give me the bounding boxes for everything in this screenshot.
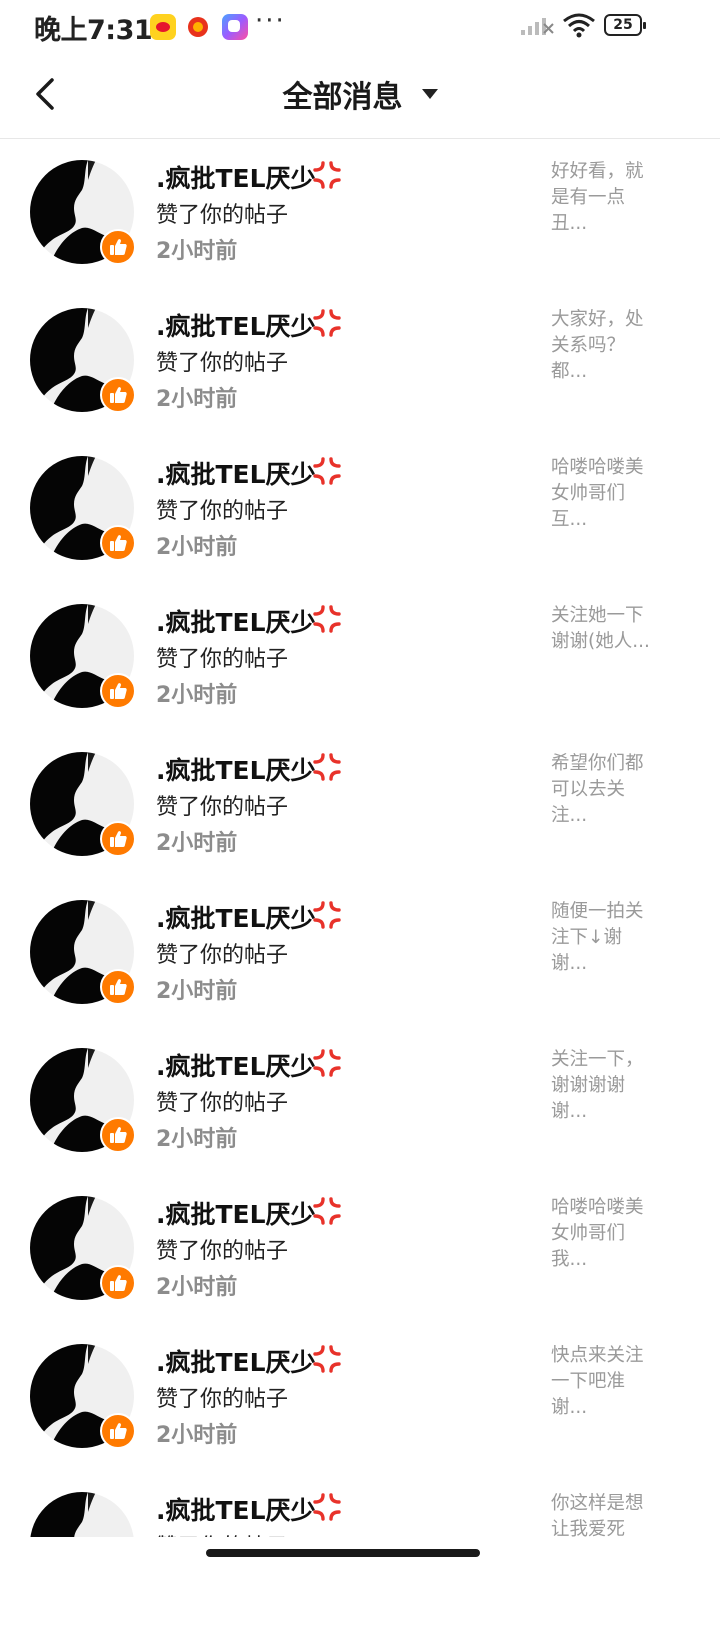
angry-emoji-icon	[313, 161, 341, 189]
notification-action: 赞了你的帖子	[156, 1239, 289, 1264]
chat-app-icon	[222, 14, 248, 40]
notification-item[interactable]: .疯批TEL厌少 赞了你的帖子 2小时前 哈喽哈喽美女帅哥们我...	[0, 1175, 720, 1323]
post-snippet[interactable]: 快点来关注一下吧准谢...	[551, 1343, 655, 1421]
notification-time: 2小时前	[156, 239, 238, 264]
notification-action: 赞了你的帖子	[156, 943, 289, 968]
post-snippet[interactable]: 哈喽哈喽美女帅哥们互...	[551, 455, 655, 533]
notification-item[interactable]: .疯批TEL厌少 赞了你的帖子 2小时前 关注一下，谢谢谢谢谢...	[0, 1027, 720, 1175]
notification-action: 赞了你的帖子	[156, 1529, 288, 1537]
angry-emoji-icon	[313, 457, 341, 485]
thumbs-up-icon	[100, 377, 136, 413]
angry-emoji-icon	[313, 1493, 341, 1521]
notification-action: 赞了你的帖子	[156, 1091, 289, 1116]
thumbs-up-icon	[100, 821, 136, 857]
wifi-icon	[563, 13, 595, 38]
angry-emoji-icon	[313, 1345, 341, 1373]
thumbs-up-icon	[100, 969, 136, 1005]
notification-action: 赞了你的帖子	[156, 203, 289, 228]
notification-time: 2小时前	[156, 979, 238, 1004]
post-snippet[interactable]: 希望你们都可以去关注...	[551, 751, 655, 829]
angry-emoji-icon	[313, 753, 341, 781]
sender-name[interactable]: .疯批TEL厌少	[156, 1343, 316, 1379]
notification-item[interactable]: .疯批TEL厌少 赞了你的帖子 2小时前 快点来关注一下吧准谢...	[0, 1323, 720, 1471]
post-snippet[interactable]: 随便一拍关注下↓谢谢...	[551, 899, 655, 977]
notification-time: 2小时前	[156, 535, 238, 560]
notification-action: 赞了你的帖子	[156, 499, 289, 524]
post-snippet[interactable]: 好好看，就是有一点丑...	[551, 159, 655, 237]
notification-time: 2小时前	[156, 831, 238, 856]
angry-emoji-icon	[313, 309, 341, 337]
thumbs-up-icon	[100, 229, 136, 265]
thumbs-up-icon	[100, 1117, 136, 1153]
home-indicator[interactable]	[206, 1549, 480, 1557]
angry-emoji-icon	[313, 1197, 341, 1225]
sender-name[interactable]: .疯批TEL厌少	[156, 1195, 316, 1231]
status-bar: 晚上7:31 ··· 25	[0, 0, 720, 54]
notification-time: 2小时前	[156, 683, 238, 708]
notification-item[interactable]: .疯批TEL厌少 赞了你的帖子 2小时前 希望你们都可以去关注...	[0, 731, 720, 879]
sender-name[interactable]: .疯批TEL厌少	[156, 1047, 316, 1083]
thumbs-up-icon	[100, 1265, 136, 1301]
notification-time: 2小时前	[156, 1423, 238, 1448]
thumbs-up-icon	[100, 673, 136, 709]
notification-item[interactable]: .疯批TEL厌少 赞了你的帖子 2小时前 哈喽哈喽美女帅哥们互...	[0, 435, 720, 583]
sender-name[interactable]: .疯批TEL厌少	[156, 455, 316, 491]
status-time: 晚上7:31	[34, 15, 153, 46]
notification-item[interactable]: .疯批TEL厌少 赞了你的帖子 2小时前 大家好，处关系吗？都...	[0, 287, 720, 435]
notification-item[interactable]: .疯批TEL厌少 赞了你的帖子 2小时前 关注她一下谢谢(她人...	[0, 583, 720, 731]
weibo-app-icon	[150, 14, 176, 40]
cellular-signal-icon	[521, 18, 554, 35]
notification-action: 赞了你的帖子	[156, 1387, 289, 1412]
notification-action: 赞了你的帖子	[156, 351, 289, 376]
post-snippet[interactable]: 关注一下，谢谢谢谢谢...	[551, 1047, 655, 1125]
post-snippet[interactable]: 关注她一下谢谢(她人...	[551, 603, 655, 655]
angry-emoji-icon	[313, 1049, 341, 1077]
sender-name[interactable]: .疯批TEL厌少	[156, 307, 316, 343]
notification-time: 2小时前	[156, 1127, 238, 1152]
notification-action: 赞了你的帖子	[156, 647, 289, 672]
notification-time: 2小时前	[156, 1275, 238, 1300]
message-filter-dropdown[interactable]: 全部消息	[0, 72, 720, 116]
notification-item[interactable]: .疯批TEL厌少 赞了你的帖子 2小时前 随便一拍关注下↓谢谢...	[0, 879, 720, 1027]
post-snippet[interactable]: 你这样是想让我爱死	[551, 1491, 655, 1537]
sender-name[interactable]: .疯批TEL厌少	[156, 603, 316, 639]
sender-name[interactable]: .疯批TEL厌少	[156, 899, 316, 935]
post-snippet[interactable]: 大家好，处关系吗？都...	[551, 307, 655, 385]
battery-icon: 25	[604, 14, 646, 36]
page-title: 全部消息	[282, 80, 403, 115]
notification-item[interactable]: .疯批TEL厌少 赞了你的帖子 2小时前 好好看，就是有一点丑...	[0, 139, 720, 287]
notification-list[interactable]: .疯批TEL厌少 赞了你的帖子 2小时前 好好看，就是有一点丑... .疯批TE…	[0, 139, 720, 1537]
notification-app-icon	[188, 17, 208, 37]
thumbs-up-icon	[100, 1413, 136, 1449]
avatar[interactable]	[30, 1492, 134, 1537]
angry-emoji-icon	[313, 901, 341, 929]
angry-emoji-icon	[313, 605, 341, 633]
notification-action: 赞了你的帖子	[156, 795, 289, 820]
notification-item[interactable]: .疯批TEL厌少 赞了你的帖子 你这样是想让我爱死	[0, 1471, 720, 1537]
chevron-down-icon	[421, 89, 438, 99]
sender-name[interactable]: .疯批TEL厌少	[156, 159, 316, 195]
post-snippet[interactable]: 哈喽哈喽美女帅哥们我...	[551, 1195, 655, 1273]
thumbs-up-icon	[100, 525, 136, 561]
top-bar: 全部消息	[0, 54, 720, 139]
notification-time: 2小时前	[156, 387, 238, 412]
sender-name[interactable]: .疯批TEL厌少	[156, 751, 316, 787]
sender-name[interactable]: .疯批TEL厌少	[156, 1491, 316, 1527]
more-notifications-icon: ···	[255, 6, 286, 36]
